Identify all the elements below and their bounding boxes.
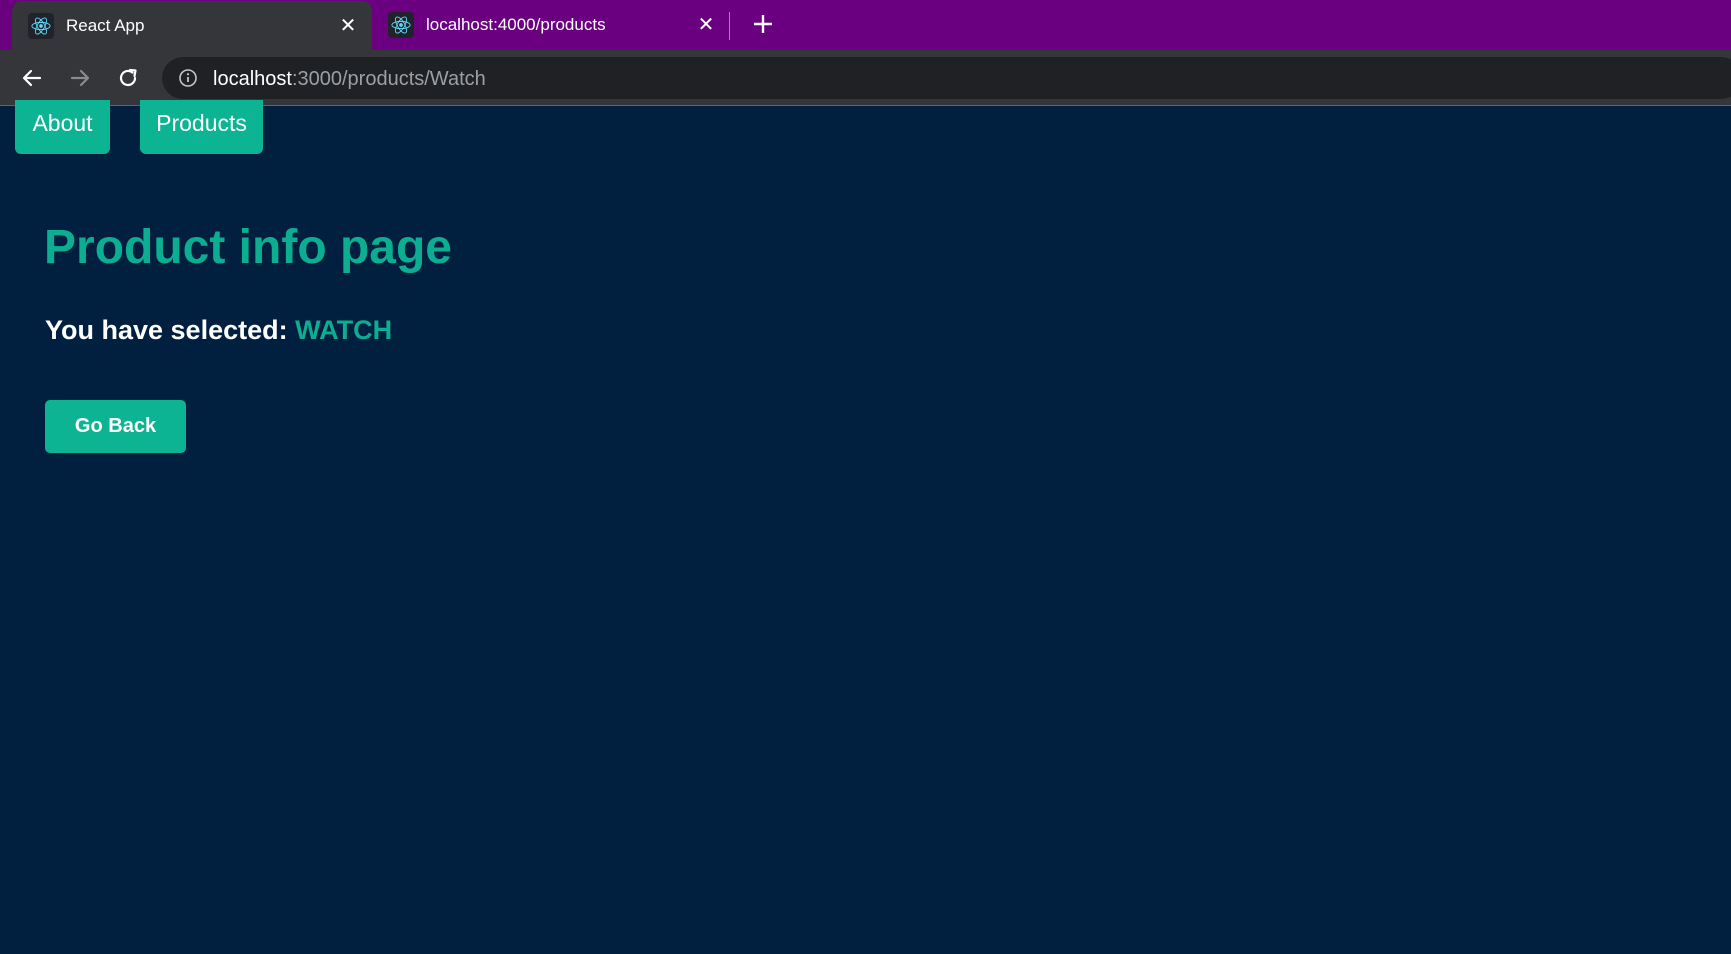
tab-react-app[interactable]: React App ✕ — [12, 1, 372, 50]
selected-product-line: You have selected: WATCH — [45, 315, 392, 346]
back-arrow-icon[interactable] — [16, 62, 48, 94]
go-back-button[interactable]: Go Back — [45, 400, 186, 453]
address-bar[interactable]: localhost:3000/products/Watch — [162, 57, 1731, 99]
tab-localhost-products[interactable]: localhost:4000/products ✕ — [372, 0, 730, 50]
forward-arrow-icon[interactable] — [64, 62, 96, 94]
react-icon — [28, 12, 54, 39]
close-icon[interactable]: ✕ — [694, 12, 718, 36]
nav-products-button[interactable]: Products — [140, 100, 263, 154]
tab-title: React App — [66, 16, 145, 35]
info-icon[interactable] — [178, 68, 198, 88]
browser-tab-strip: React App ✕ localhost:4000/products ✕ — [0, 0, 1731, 50]
reload-icon[interactable] — [112, 62, 144, 94]
selected-label: You have selected: — [45, 315, 296, 345]
nav-about-button[interactable]: About — [15, 100, 110, 154]
tab-title: localhost:4000/products — [426, 15, 606, 34]
address-host: localhost — [213, 68, 292, 90]
close-icon[interactable]: ✕ — [336, 13, 360, 37]
address-url: localhost:3000/products/Watch — [213, 68, 486, 91]
tab-separator — [729, 12, 730, 40]
browser-toolbar: localhost:3000/products/Watch — [0, 50, 1731, 106]
react-icon — [388, 12, 414, 38]
selected-product-name: WATCH — [295, 315, 393, 345]
address-path: :3000/products/Watch — [291, 68, 486, 90]
plus-icon[interactable] — [748, 9, 778, 39]
page-title: Product info page — [44, 221, 452, 274]
